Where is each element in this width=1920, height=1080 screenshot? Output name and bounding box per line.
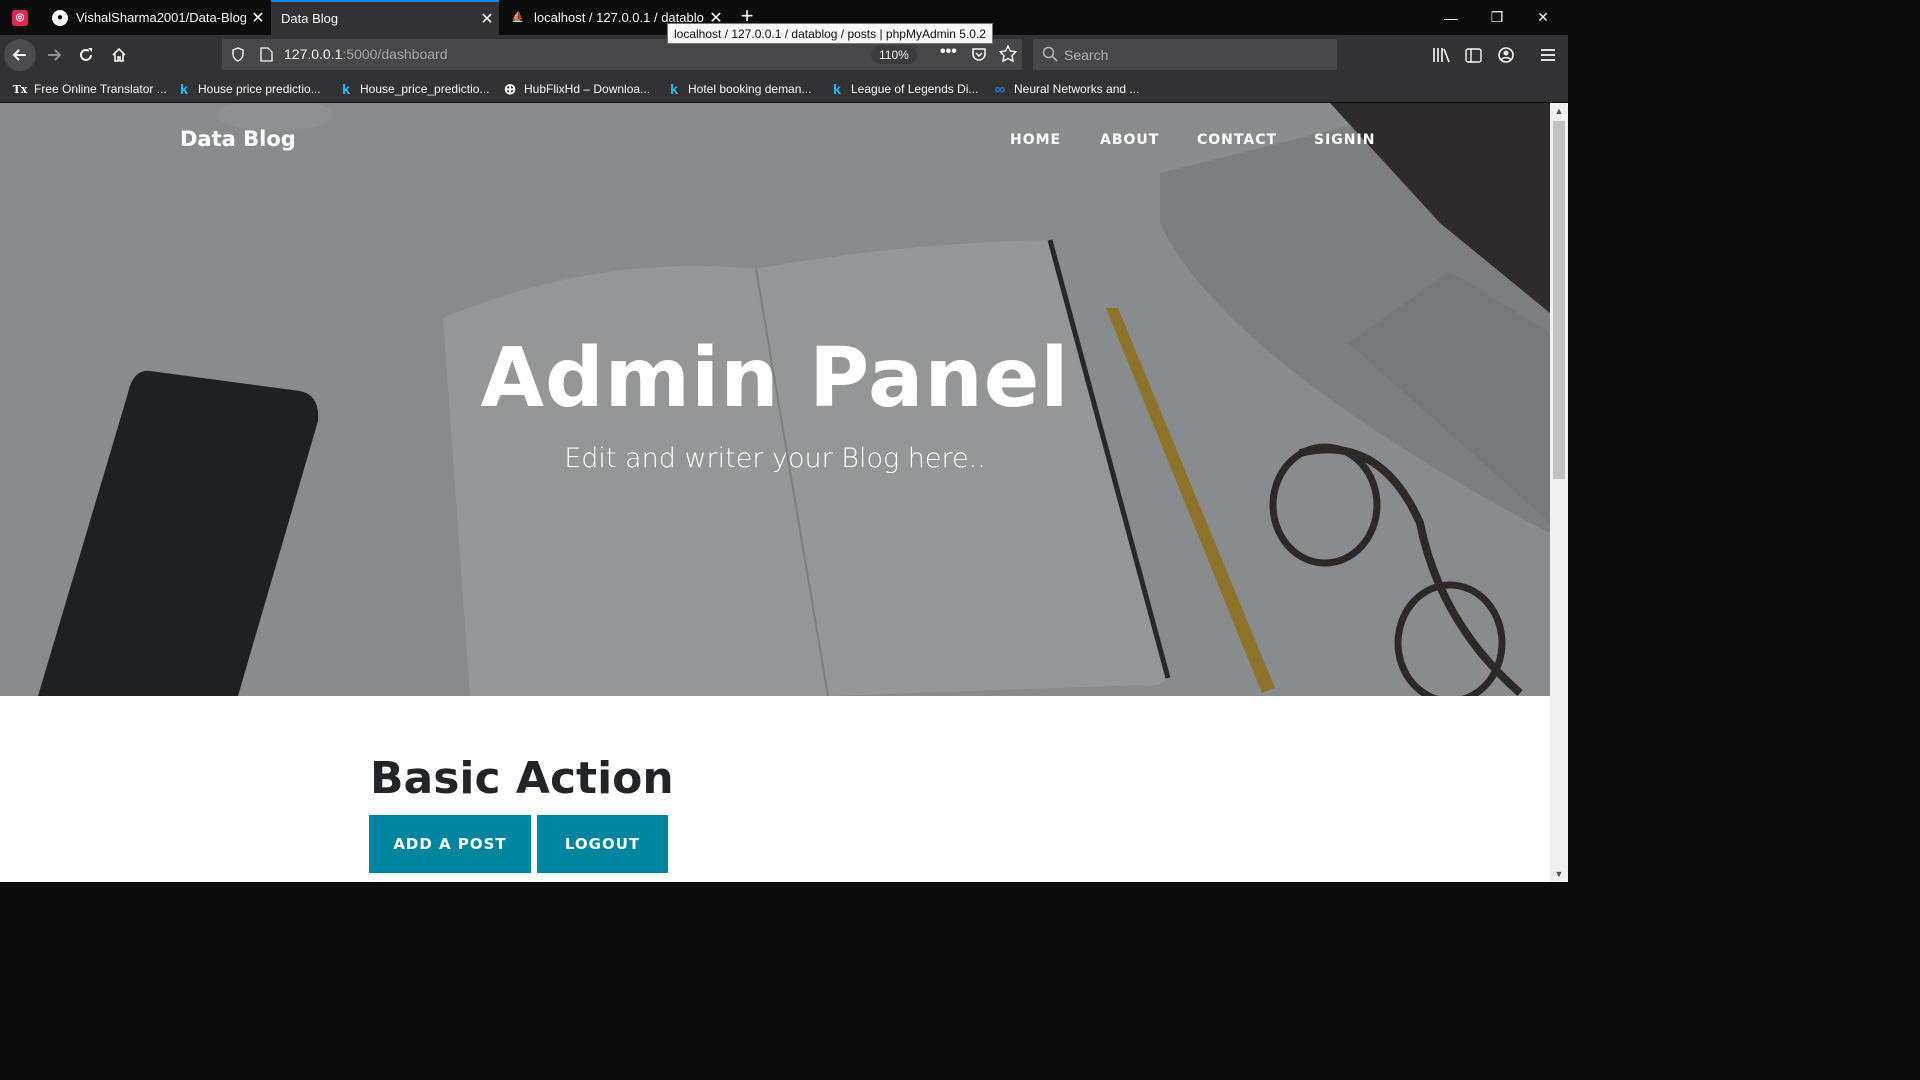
tab-title: VishalSharma2001/Data-Blog- xyxy=(76,10,246,25)
minimize-button[interactable]: — xyxy=(1428,0,1474,35)
bookmark-label: Neural Networks and ... xyxy=(1014,82,1140,96)
sidebar-button[interactable] xyxy=(1457,39,1489,71)
url-host: 127.0.0.1 xyxy=(284,46,343,62)
bookmark-label: House_price_predictio... xyxy=(360,82,490,96)
search-icon xyxy=(1042,46,1058,62)
hero-title: Admin Panel xyxy=(480,331,1070,426)
bookmark-star-icon[interactable] xyxy=(999,45,1017,63)
hamburger-menu-icon xyxy=(1541,49,1555,61)
restore-button[interactable]: ❐ xyxy=(1474,0,1520,35)
reload-button[interactable] xyxy=(70,39,102,71)
home-button[interactable] xyxy=(103,39,135,71)
kaggle-icon: k xyxy=(833,81,841,97)
search-input[interactable]: Search xyxy=(1033,39,1337,70)
page-scrollbar[interactable]: ▲ ▼ xyxy=(1550,103,1568,882)
nav-link-contact[interactable]: CONTACT xyxy=(1197,132,1277,148)
bookmark-item[interactable]: Tx Free Online Translator ... xyxy=(12,79,167,99)
nav-link-about[interactable]: ABOUT xyxy=(1100,132,1159,148)
site-brand-link[interactable]: Data Blog xyxy=(180,127,296,151)
scrollbar-thumb[interactable] xyxy=(1553,121,1565,479)
nav-link-home[interactable]: HOME xyxy=(1010,132,1061,148)
pinned-tab[interactable]: ◎ xyxy=(0,0,40,35)
bookmark-label: House price predictio... xyxy=(198,82,321,96)
kaggle-icon: k xyxy=(670,81,678,97)
scroll-down-arrow-icon[interactable]: ▼ xyxy=(1550,866,1568,882)
nav-link-signin[interactable]: SIGNIN xyxy=(1314,132,1375,148)
logout-button[interactable]: LOGOUT xyxy=(537,815,668,873)
tab-data-blog[interactable]: Data Blog ✕ xyxy=(271,0,499,35)
page-viewport: Data Blog HOME ABOUT CONTACT SIGNIN Admi… xyxy=(0,103,1550,882)
url-path: :5000/dashboard xyxy=(342,46,448,62)
reload-icon xyxy=(80,48,92,61)
bookmark-item[interactable]: ⊕ HubFlixHd – Downloa... xyxy=(502,79,650,99)
home-icon xyxy=(112,47,126,62)
close-window-button[interactable]: ✕ xyxy=(1520,0,1566,35)
hero-header: Data Blog HOME ABOUT CONTACT SIGNIN Admi… xyxy=(0,103,1550,696)
bookmark-label: Free Online Translator ... xyxy=(34,82,167,96)
shield-icon[interactable] xyxy=(231,47,245,62)
bookmark-label: Hotel booking deman... xyxy=(688,82,812,96)
hero-subtitle: Edit and writer your Blog here.. xyxy=(564,443,986,474)
bookmarks-toolbar: Tx Free Online Translator ... k House pr… xyxy=(0,75,1568,103)
kaggle-icon: k xyxy=(342,81,350,97)
page-icon[interactable] xyxy=(260,47,273,62)
bookmark-item[interactable]: k League of Legends Di... xyxy=(829,79,978,99)
github-icon: ● xyxy=(52,9,68,26)
close-tab-icon[interactable]: ✕ xyxy=(475,9,499,29)
bookmark-item[interactable]: ∞ Neural Networks and ... xyxy=(992,79,1140,99)
zoom-indicator[interactable]: 110% xyxy=(871,45,917,64)
search-placeholder: Search xyxy=(1064,47,1109,63)
tab-tooltip: localhost / 127.0.0.1 / datablog / posts… xyxy=(667,23,993,44)
section-title: Basic Action xyxy=(370,753,674,804)
url-text[interactable]: 127.0.0.1:5000/dashboard xyxy=(284,46,447,62)
page-actions-icon[interactable]: ••• xyxy=(940,43,957,61)
bookmark-label: HubFlixHd – Downloa... xyxy=(524,82,651,96)
bookmark-item[interactable]: k House_price_predictio... xyxy=(338,79,489,99)
pocket-icon[interactable] xyxy=(971,46,987,62)
menu-button[interactable] xyxy=(1532,39,1564,71)
add-post-button[interactable]: ADD A POST xyxy=(369,815,531,873)
kaggle-icon: k xyxy=(180,81,188,97)
coursera-icon: ∞ xyxy=(994,80,1006,98)
bookmark-label: League of Legends Di... xyxy=(851,82,979,96)
tab-github[interactable]: ● VishalSharma2001/Data-Blog- ✕ xyxy=(42,0,270,35)
bookmark-item[interactable]: k Hotel booking deman... xyxy=(666,79,811,99)
close-tab-icon[interactable]: ✕ xyxy=(246,8,270,28)
bookmark-item[interactable]: k House price predictio... xyxy=(176,79,321,99)
phpmyadmin-icon: ⛵ xyxy=(511,12,525,23)
account-icon xyxy=(1498,47,1514,63)
sidebar-icon xyxy=(1464,47,1482,63)
library-icon xyxy=(1433,48,1450,63)
forward-arrow-icon xyxy=(48,49,62,61)
back-button[interactable] xyxy=(4,39,36,71)
globe-icon: ⊕ xyxy=(503,81,517,98)
pocket-app-icon: ◎ xyxy=(12,9,28,26)
forward-button[interactable] xyxy=(38,39,70,71)
account-button[interactable] xyxy=(1490,39,1522,71)
library-button[interactable] xyxy=(1425,39,1457,71)
back-arrow-icon xyxy=(12,49,26,61)
scroll-up-arrow-icon[interactable]: ▲ xyxy=(1550,103,1568,119)
translator-icon: Tx xyxy=(12,82,28,96)
tab-title: Data Blog xyxy=(281,11,339,26)
